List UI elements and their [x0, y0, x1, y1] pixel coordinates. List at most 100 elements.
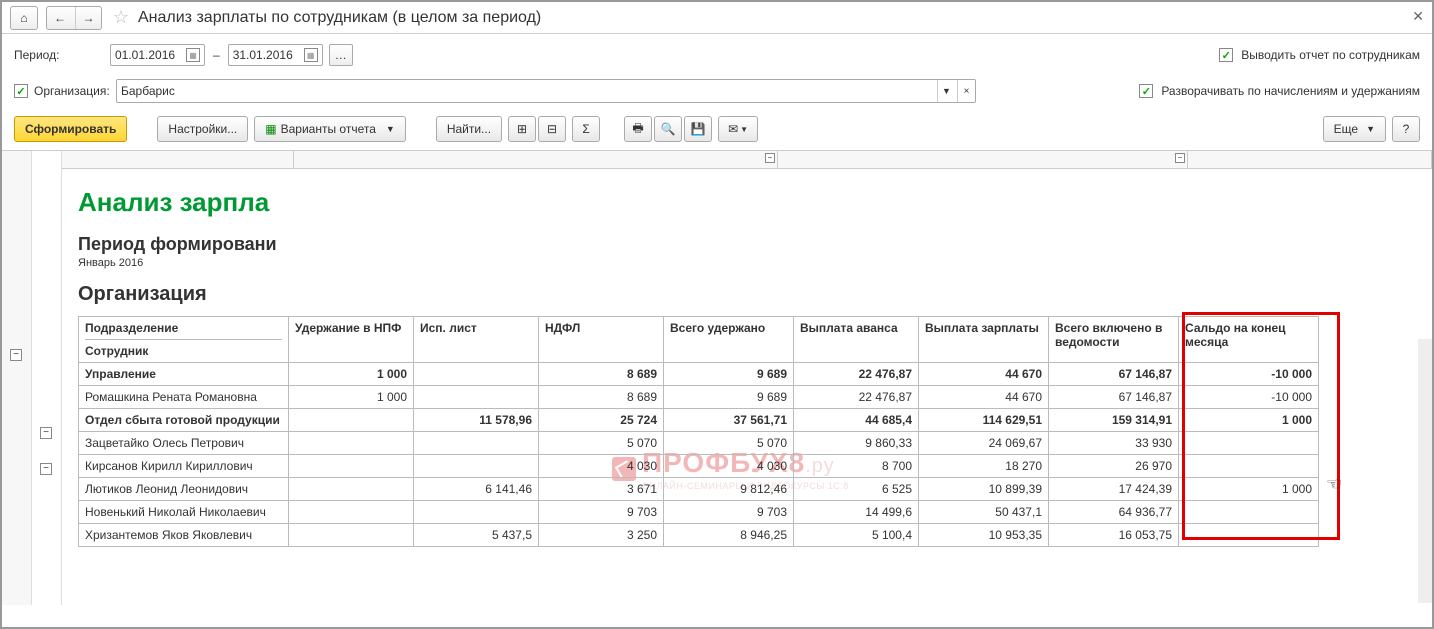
- row-value: 26 970: [1049, 455, 1179, 478]
- sum-button[interactable]: Σ: [572, 116, 600, 142]
- period-select-button[interactable]: …: [329, 44, 353, 66]
- by-employees-label: Выводить отчет по сотрудникам: [1241, 48, 1420, 62]
- org-input[interactable]: Барбарис ▼ ×: [116, 79, 976, 103]
- row-value: 9 703: [664, 501, 794, 524]
- col-included: Всего включено в ведомости: [1049, 317, 1179, 363]
- column-toggle[interactable]: −: [1175, 153, 1185, 163]
- expand-checkbox[interactable]: ✓: [1139, 84, 1153, 98]
- row-value: 3 671: [539, 478, 664, 501]
- variants-button[interactable]: ▦ Варианты отчета ▼: [254, 116, 406, 142]
- nav-buttons: ⌂: [10, 6, 38, 30]
- row-value: 6 141,46: [414, 478, 539, 501]
- col-advance: Выплата аванса: [794, 317, 919, 363]
- row-toggle[interactable]: −: [40, 427, 52, 439]
- preview-icon: 🔍: [661, 122, 676, 136]
- row-value: 44 685,4: [794, 409, 919, 432]
- home-button[interactable]: ⌂: [11, 7, 37, 29]
- expand-all-button[interactable]: ⊞: [508, 116, 536, 142]
- row-value: [414, 363, 539, 386]
- report-period-label: Период формировани: [78, 234, 1416, 255]
- arrow-right-icon: →: [83, 11, 95, 25]
- row-value: 67 146,87: [1049, 386, 1179, 409]
- col-ndfl: НДФЛ: [539, 317, 664, 363]
- col-salary: Выплата зарплаты: [919, 317, 1049, 363]
- help-icon: ?: [1403, 122, 1410, 136]
- row-value: 9 689: [664, 363, 794, 386]
- row-name: Кирсанов Кирилл Кириллович: [79, 455, 289, 478]
- org-dropdown-button[interactable]: ▼: [937, 80, 955, 102]
- row-value: 6 525: [794, 478, 919, 501]
- row-value: 25 724: [539, 409, 664, 432]
- collapse-icon: ⊟: [547, 122, 557, 136]
- col-subdivision: Подразделение Сотрудник: [79, 317, 289, 363]
- row-name: Управление: [79, 363, 289, 386]
- table-row[interactable]: Ромашкина Рената Романовна1 0008 6899 68…: [79, 386, 1319, 409]
- form-button[interactable]: Сформировать: [14, 116, 127, 142]
- row-value: [1179, 501, 1319, 524]
- row-value: 10 899,39: [919, 478, 1049, 501]
- row-value: 44 670: [919, 386, 1049, 409]
- org-checkbox[interactable]: ✓: [14, 84, 28, 98]
- row-value: 16 053,75: [1049, 524, 1179, 547]
- date-to-input[interactable]: 31.01.2016 ▦: [228, 44, 323, 66]
- email-button[interactable]: ✉ ▼: [718, 116, 758, 142]
- print-button[interactable]: 🖶: [624, 116, 652, 142]
- chevron-down-icon: ▼: [740, 125, 748, 134]
- report-period-value: Январь 2016: [78, 257, 1416, 269]
- column-toggle[interactable]: −: [765, 153, 775, 163]
- table-row[interactable]: Новенький Николай Николаевич9 7039 70314…: [79, 501, 1319, 524]
- calendar-icon[interactable]: ▦: [304, 48, 318, 62]
- more-button[interactable]: Еще ▼: [1323, 116, 1386, 142]
- row-value: [414, 455, 539, 478]
- settings-button[interactable]: Настройки...: [157, 116, 248, 142]
- row-value: [289, 409, 414, 432]
- save-icon: 💾: [691, 122, 706, 136]
- save-button[interactable]: 💾: [684, 116, 712, 142]
- close-icon: ✕: [1412, 8, 1424, 24]
- row-value: 159 314,91: [1049, 409, 1179, 432]
- table-row[interactable]: Кирсанов Кирилл Кириллович4 0304 0308 70…: [79, 455, 1319, 478]
- titlebar: ⌂ ← → ☆ Анализ зарплаты по сотрудникам (…: [2, 2, 1432, 34]
- col-balance: Сальдо на конец месяца: [1179, 317, 1319, 363]
- report-content: Анализ зарпла Период формировани Январь …: [62, 187, 1432, 547]
- date-from-input[interactable]: 01.01.2016 ▦: [110, 44, 205, 66]
- chevron-down-icon: ▼: [1366, 124, 1375, 134]
- favorite-star[interactable]: ☆: [110, 7, 132, 29]
- row-value: 3 250: [539, 524, 664, 547]
- preview-button[interactable]: 🔍: [654, 116, 682, 142]
- row-value: [414, 501, 539, 524]
- collapse-all-button[interactable]: ⊟: [538, 116, 566, 142]
- col-npf: Удержание в НПФ: [289, 317, 414, 363]
- report-org-label: Организация: [78, 283, 1416, 306]
- row-value: 1 000: [1179, 409, 1319, 432]
- find-button[interactable]: Найти...: [436, 116, 502, 142]
- org-label: Организация:: [34, 84, 110, 98]
- table-row[interactable]: Хризантемов Яков Яковлевич5 437,53 2508 …: [79, 524, 1319, 547]
- help-button[interactable]: ?: [1392, 116, 1420, 142]
- table-row[interactable]: Зацветайко Олесь Петрович5 0705 0709 860…: [79, 432, 1319, 455]
- row-value: 18 270: [919, 455, 1049, 478]
- row-value: -10 000: [1179, 386, 1319, 409]
- forward-button[interactable]: →: [75, 7, 101, 29]
- table-row[interactable]: Управление1 0008 6899 68922 476,8744 670…: [79, 363, 1319, 386]
- row-value: 9 703: [539, 501, 664, 524]
- close-button[interactable]: ✕: [1412, 8, 1424, 25]
- row-value: 10 953,35: [919, 524, 1049, 547]
- row-toggle[interactable]: −: [40, 463, 52, 475]
- table-row[interactable]: Отдел сбыта готовой продукции11 578,9625…: [79, 409, 1319, 432]
- org-clear-button[interactable]: ×: [957, 80, 975, 102]
- app-window: ⌂ ← → ☆ Анализ зарплаты по сотрудникам (…: [0, 0, 1434, 629]
- mail-icon: ✉: [728, 122, 738, 136]
- vertical-scrollbar[interactable]: [1418, 339, 1432, 603]
- row-value: 14 499,6: [794, 501, 919, 524]
- back-button[interactable]: ←: [47, 7, 73, 29]
- calendar-icon[interactable]: ▦: [186, 48, 200, 62]
- row-value: 5 070: [664, 432, 794, 455]
- chevron-down-icon: ▼: [942, 86, 951, 96]
- by-employees-checkbox[interactable]: ✓: [1219, 48, 1233, 62]
- org-value: Барбарис: [121, 84, 175, 98]
- outline-toggle[interactable]: −: [10, 349, 22, 361]
- chevron-down-icon: ▼: [386, 124, 395, 134]
- row-value: 24 069,67: [919, 432, 1049, 455]
- table-row[interactable]: Лютиков Леонид Леонидович6 141,463 6719 …: [79, 478, 1319, 501]
